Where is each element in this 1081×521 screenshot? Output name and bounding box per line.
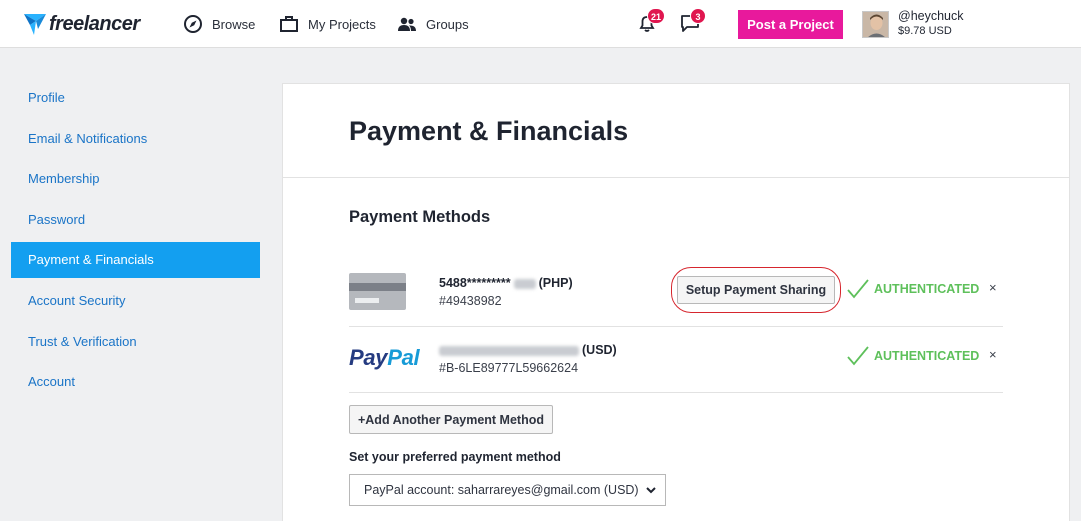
preferred-method-select[interactable]: PayPal account: saharrareyes@gmail.com (… [349, 474, 666, 506]
preferred-method-value: PayPal account: saharrareyes@gmail.com (… [364, 483, 639, 497]
paypal-logo-pay: Pay [349, 345, 388, 370]
top-header: freelancer Browse My Projects Groups 21 [0, 0, 1081, 48]
user-info[interactable]: @heychuck $9.78 USD [898, 9, 964, 39]
checkmark-icon [847, 279, 869, 299]
sidebar-item-payment-financials[interactable]: Payment & Financials [11, 242, 260, 279]
username: @heychuck [898, 9, 964, 23]
redacted-email [439, 345, 579, 356]
sidebar-item-account-security[interactable]: Account Security [11, 283, 260, 319]
card-id: #49438982 [439, 294, 502, 308]
card-name: 5488********* (PHP) [439, 276, 573, 290]
post-project-button[interactable]: Post a Project [738, 10, 843, 39]
sidebar-item-email-notifications[interactable]: Email & Notifications [11, 121, 260, 157]
card-status: AUTHENTICATED [846, 277, 979, 301]
setup-payment-sharing-button[interactable]: Setup Payment Sharing [677, 276, 835, 304]
avatar[interactable] [862, 11, 889, 38]
paypal-id: #B-6LE89777L59662624 [439, 361, 579, 375]
card-status-label: AUTHENTICATED [874, 282, 980, 296]
nav-browse-label: Browse [212, 16, 256, 32]
nav-my-projects[interactable]: My Projects [279, 13, 376, 35]
payment-methods-heading: Payment Methods [349, 208, 491, 226]
messages-button[interactable]: 3 [680, 8, 706, 35]
account-balance: $9.78 USD [898, 25, 952, 37]
messages-badge: 3 [690, 8, 706, 24]
paypal-name: (USD) [439, 343, 617, 357]
freelancer-bird-icon [24, 14, 46, 35]
paypal-logo-pal: Pal [387, 345, 420, 370]
sidebar-item-profile[interactable]: Profile [11, 80, 260, 116]
paypal-logo: PayPal [349, 345, 420, 371]
sidebar-item-trust-verification[interactable]: Trust & Verification [11, 324, 260, 360]
notifications-button[interactable]: 21 [637, 8, 666, 35]
nav-browse[interactable]: Browse [183, 13, 255, 35]
card-currency: (PHP) [538, 276, 573, 290]
compass-icon [184, 15, 202, 33]
credit-card-icon [349, 273, 406, 310]
chevron-down-icon [646, 487, 656, 494]
paypal-status-label: AUTHENTICATED [874, 349, 980, 363]
remove-card-button[interactable]: × [989, 280, 997, 295]
payment-method-card-row: 5488********* (PHP) #49438982 Setup Payme… [349, 260, 1003, 327]
sidebar-item-account[interactable]: Account [11, 364, 260, 400]
redacted-digits [513, 278, 536, 289]
add-payment-method-button[interactable]: +Add Another Payment Method [349, 405, 553, 434]
checkmark-icon [847, 346, 869, 366]
paypal-currency: (USD) [582, 343, 617, 357]
people-icon [398, 17, 416, 31]
remove-paypal-button[interactable]: × [989, 347, 997, 362]
nav-groups[interactable]: Groups [397, 13, 469, 35]
payment-method-paypal-row: PayPal (USD) #B-6LE89777L59662624 AUTHEN… [349, 327, 1003, 393]
logo-text: freelancer [49, 12, 140, 35]
card-number-masked: 5488********* [439, 276, 511, 290]
briefcase-icon [280, 16, 298, 32]
page-title: Payment & Financials [349, 116, 629, 146]
notifications-badge: 21 [647, 8, 666, 24]
nav-groups-label: Groups [426, 16, 469, 32]
sidebar-item-membership[interactable]: Membership [11, 161, 260, 197]
paypal-status: AUTHENTICATED [846, 344, 979, 368]
sidebar-item-password[interactable]: Password [11, 202, 260, 238]
settings-sidebar: Profile Email & Notifications Membership… [11, 80, 260, 405]
payment-financials-panel: Payment & Financials Payment Methods 548… [282, 83, 1070, 521]
freelancer-logo[interactable]: freelancer [22, 10, 140, 38]
preferred-method-label: Set your preferred payment method [349, 450, 561, 464]
user-photo-icon [863, 12, 888, 37]
nav-my-projects-label: My Projects [308, 16, 376, 32]
